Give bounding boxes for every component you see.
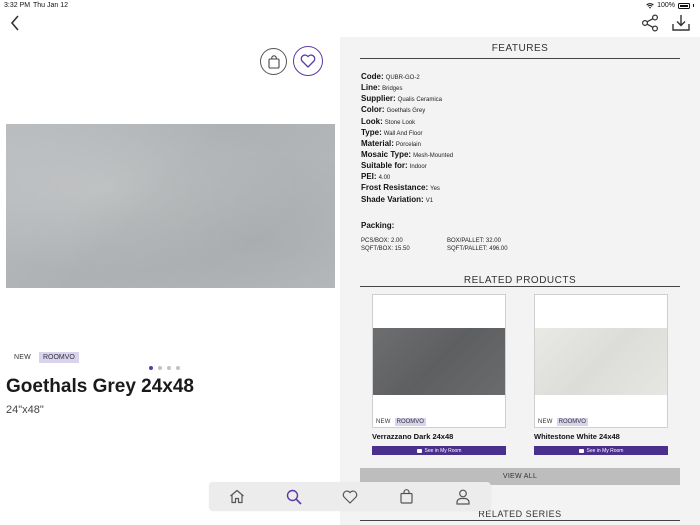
carousel-dots[interactable]: [149, 366, 180, 370]
roomvo-badge: ROOMVO: [556, 418, 588, 426]
carousel-dot[interactable]: [149, 366, 153, 370]
feature-row: Material: Porcelain: [361, 136, 661, 148]
feature-row: Line: Bridges: [361, 80, 661, 92]
battery-tip: [693, 4, 694, 7]
nav-search[interactable]: [283, 486, 305, 508]
share-button[interactable]: [640, 13, 660, 33]
feature-row: Code: QUBR-GO-2: [361, 69, 661, 81]
feature-value: Indoor: [409, 164, 427, 171]
feature-row: Look: Stone Look: [361, 114, 661, 126]
bottom-nav: [209, 482, 491, 511]
chevron-left-icon: [10, 15, 19, 31]
carousel-dot[interactable]: [158, 366, 162, 370]
divider: [360, 520, 680, 521]
status-bar: 3:32 PM Thu Jan 12 100%: [0, 0, 700, 12]
carousel-dot[interactable]: [167, 366, 171, 370]
product-tags: NEW ROOMVO: [14, 352, 79, 363]
status-date: Thu Jan 12: [33, 2, 69, 9]
feature-row: Color: Goethals Grey: [361, 102, 661, 114]
features-heading: FEATURES: [491, 43, 549, 54]
card-tags: NEW ROOMVO: [376, 418, 426, 426]
shopping-bag-icon: [400, 489, 413, 504]
see-in-my-room-button[interactable]: See in My Room: [372, 446, 506, 455]
related-product-image[interactable]: [535, 328, 667, 395]
feature-label: Shade Variation:: [361, 194, 424, 204]
product-size: 24"x48": [6, 404, 44, 416]
related-product-name[interactable]: Whitestone White 24x48: [534, 432, 620, 441]
back-button[interactable]: [6, 14, 24, 32]
nav-cart[interactable]: [395, 486, 417, 508]
packing-right: BOX/PALLET: 32.00 SQFT/PALLET: 496.00: [447, 238, 508, 253]
feature-row: Frost Resistance: Yes: [361, 180, 661, 192]
sqft-per-box: SQFT/BOX: 15.50: [361, 245, 410, 252]
feature-row: Shade Variation: V1: [361, 192, 661, 204]
nav-favorites[interactable]: [339, 486, 361, 508]
feature-row: Suitable for: Indoor: [361, 158, 661, 171]
related-product-card[interactable]: NEW ROOMVO: [534, 294, 668, 428]
search-icon: [286, 489, 302, 505]
wifi-icon: [646, 2, 654, 9]
user-icon: [456, 489, 470, 505]
new-badge: NEW: [14, 354, 31, 361]
related-product-image[interactable]: [373, 328, 505, 395]
new-badge: NEW: [376, 419, 391, 425]
divider: [360, 58, 680, 59]
divider: [360, 286, 680, 287]
battery-percent: 100%: [657, 2, 675, 9]
nav-home[interactable]: [226, 486, 248, 508]
feature-row: Type: Wall And Floor: [361, 125, 661, 137]
camera-icon: [416, 448, 422, 453]
nav-account[interactable]: [452, 486, 474, 508]
download-icon: [672, 15, 690, 31]
new-badge: NEW: [538, 419, 553, 425]
see-in-my-room-label: See in My Room: [424, 447, 462, 454]
feature-row: Mosaic Type: Mesh-Mounted: [361, 147, 661, 159]
status-time: 3:32 PM: [4, 2, 31, 9]
battery-icon: [678, 2, 690, 9]
roomvo-badge: ROOMVO: [38, 352, 79, 363]
product-image[interactable]: [6, 124, 335, 288]
status-right: 100%: [646, 2, 694, 9]
related-products-heading: RELATED PRODUCTS: [463, 275, 577, 286]
heart-icon: [342, 490, 358, 504]
shopping-bag-icon: [267, 54, 280, 69]
share-icon: [641, 14, 659, 32]
feature-row: Supplier: Qualis Ceramica: [361, 91, 661, 103]
carousel-dot[interactable]: [176, 366, 180, 370]
see-in-my-room-label: See in My Room: [586, 447, 624, 454]
home-icon: [230, 489, 245, 504]
related-product-name[interactable]: Verrazzano Dark 24x48: [372, 432, 453, 441]
feature-row: PEI: 4.00: [361, 169, 661, 181]
favorite-button[interactable]: [293, 46, 323, 76]
heart-icon: [300, 54, 316, 68]
sqft-per-pallet: SQFT/PALLET: 496.00: [447, 245, 508, 252]
packing-heading: Packing:: [361, 221, 395, 230]
feature-value: V1: [425, 197, 434, 204]
card-tags: NEW ROOMVO: [538, 418, 588, 426]
add-to-bag-button[interactable]: [260, 48, 287, 75]
download-button[interactable]: [670, 13, 692, 33]
feature-list: Code: QUBR-GO-2 Line: Bridges Supplier: Qua…: [361, 69, 661, 204]
packing-left: PCS/BOX: 2.00 SQFT/BOX: 15.50: [361, 238, 410, 253]
roomvo-badge: ROOMVO: [394, 418, 426, 426]
product-title: Goethals Grey 24x48: [6, 376, 194, 397]
related-product-card[interactable]: NEW ROOMVO: [372, 294, 506, 428]
pcs-per-box: PCS/BOX: 2.00: [361, 238, 403, 244]
see-in-my-room-button[interactable]: See in My Room: [534, 446, 668, 455]
camera-icon: [578, 448, 584, 453]
box-per-pallet: BOX/PALLET: 32.00: [447, 238, 501, 244]
